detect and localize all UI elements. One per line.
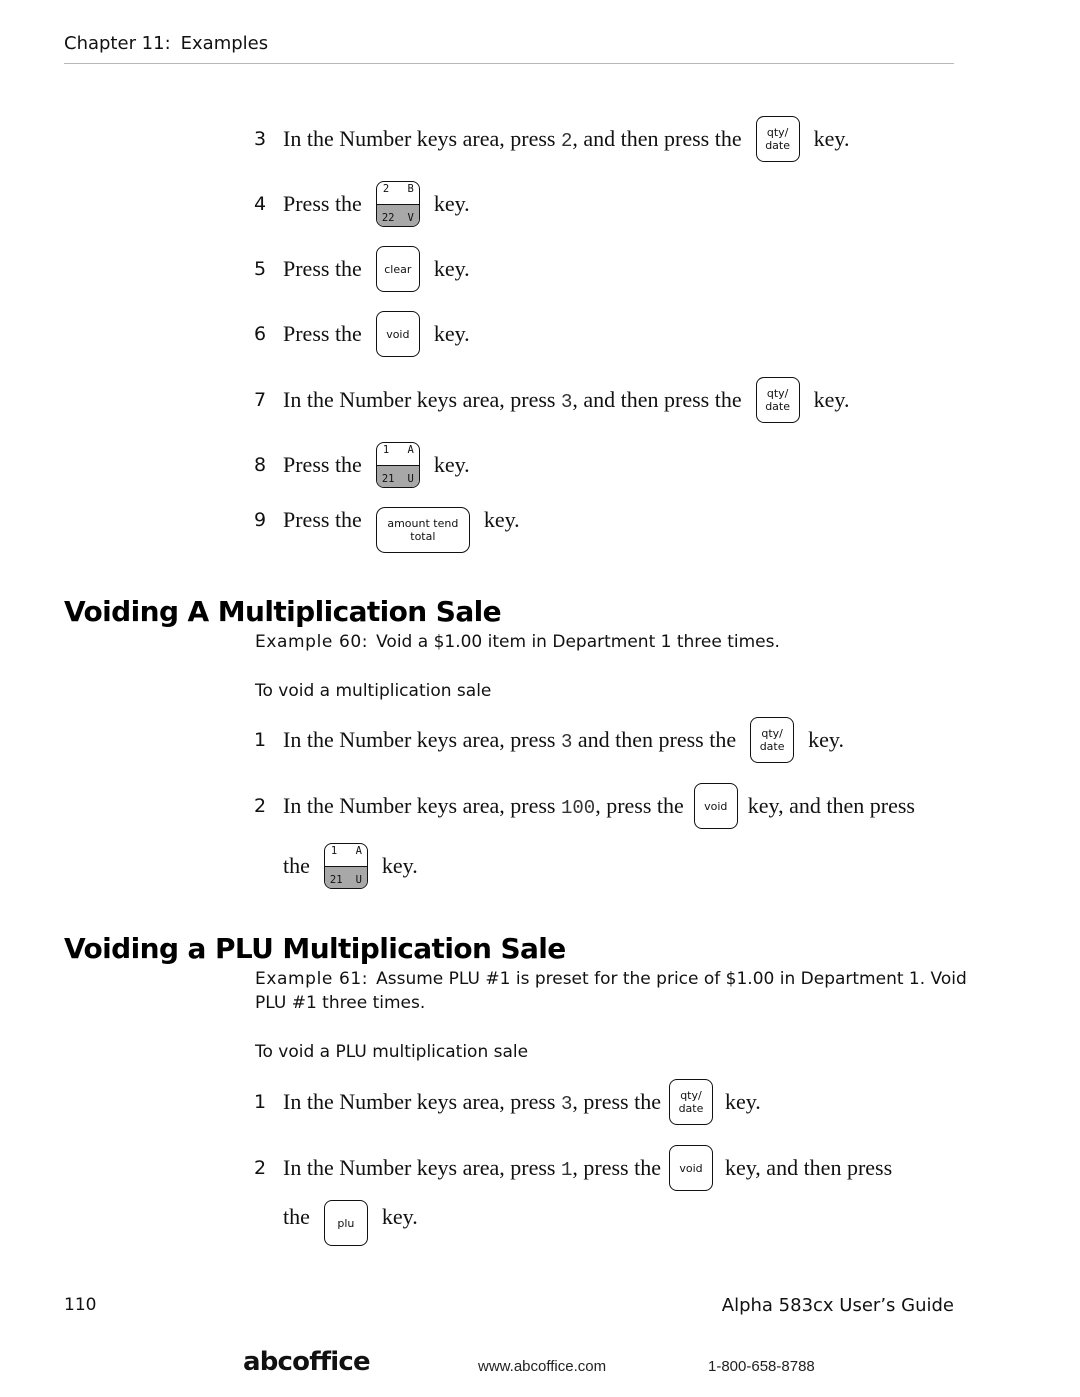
plu-key: plu [323, 1200, 368, 1246]
section1-step-2: 2 In the Number keys area, press 100, pr… [254, 781, 915, 831]
procedure-heading: To void a multiplication sale [255, 681, 492, 701]
the-word: the [283, 853, 310, 878]
step-number: 1 [254, 1091, 267, 1113]
clear-key: clear [375, 246, 420, 292]
step-text: Press the [283, 256, 362, 281]
qty-date-key: qty/date [750, 717, 795, 763]
void-key: void [668, 1145, 713, 1191]
key-word: key. [433, 452, 470, 477]
key-word: key. [808, 727, 844, 752]
step-text: In the Number keys area, press 100, pres… [283, 793, 684, 819]
chapter-number: Chapter 11: [64, 33, 171, 54]
header-rule [64, 63, 954, 64]
step-number: 2 [254, 1157, 267, 1179]
department-1-key: 1A 21 U [375, 442, 420, 488]
section2-step-1: 1 In the Number keys area, press 3, pres… [254, 1077, 761, 1127]
section1-step-2-continued: the 1A 21 U key. [283, 841, 418, 891]
step-text: In the Number keys area, press 3, press … [283, 1089, 661, 1115]
step-3: 3 In the Number keys area, press 2, and … [254, 114, 849, 164]
step-7: 7 In the Number keys area, press 3, and … [254, 375, 849, 425]
step-text: In the Number keys area, press 3, and th… [283, 387, 742, 413]
running-header: Chapter 11: Examples [64, 33, 268, 54]
step-number: 4 [254, 193, 267, 215]
step-number: 7 [254, 389, 267, 411]
step-9: 9 Press the amount tend total key. [254, 495, 520, 553]
step-number: 2 [254, 795, 267, 817]
step-text: Press the [283, 321, 362, 346]
step-text: In the Number keys area, press 1, press … [283, 1155, 661, 1181]
qty-date-key: qty/date [755, 377, 800, 423]
step-number: 6 [254, 323, 267, 345]
department-2-key: 2B 22 V [375, 181, 420, 227]
step-number: 5 [254, 258, 267, 280]
step-text: Press the [283, 452, 362, 477]
guide-title: Alpha 583cx User’s Guide [721, 1295, 954, 1316]
step-5: 5 Press the clear key. [254, 244, 470, 294]
key-word: key. [813, 126, 850, 151]
page-number: 110 [64, 1295, 97, 1315]
step-8: 8 Press the 1A 21 U key. [254, 440, 470, 490]
key-word: key. [381, 853, 418, 878]
void-key: void [693, 783, 738, 829]
key-word: key. [724, 1089, 761, 1114]
example-61: Example 61: Assume PLU #1 is preset for t… [255, 967, 975, 1015]
department-1-key: 1A 21 U [323, 843, 368, 889]
step-text: Press the [283, 507, 362, 532]
void-key: void [375, 311, 420, 357]
procedure-heading: To void a PLU multiplication sale [255, 1042, 529, 1062]
key-word: key. [483, 507, 520, 532]
website-url[interactable]: www.abcoffice.com [478, 1358, 606, 1375]
step-number: 3 [254, 128, 267, 150]
step-text: In the Number keys area, press 2, and th… [283, 126, 742, 152]
step-6: 6 Press the void key. [254, 309, 470, 359]
step-number: 1 [254, 729, 267, 751]
key-word: key, and then press [724, 1155, 893, 1180]
the-word: the [283, 1204, 310, 1229]
qty-date-key: qty/date [668, 1079, 713, 1125]
section2-step-2: 2 In the Number keys area, press 1, pres… [254, 1143, 892, 1193]
step-text: Press the [283, 191, 362, 216]
step-text: In the Number keys area, press 3 and the… [283, 727, 737, 753]
phone-number: 1-800-658-8788 [708, 1358, 815, 1375]
step-number: 9 [254, 509, 267, 531]
example-label: Example 60: [255, 632, 369, 652]
chapter-title: Examples [180, 33, 269, 54]
key-word: key. [433, 321, 470, 346]
key-word: key. [433, 191, 470, 216]
key-word: key. [813, 387, 850, 412]
abcoffice-logo: abcoffice [243, 1347, 371, 1377]
step-number: 8 [254, 454, 267, 476]
example-label: Example 61: [255, 969, 369, 989]
section1-step-1: 1 In the Number keys area, press 3 and t… [254, 715, 844, 765]
section-title-voiding-plu-multiplication: Voiding a PLU Multiplication Sale [64, 932, 566, 965]
key-word: key, and then press [747, 793, 915, 818]
amount-tend-total-key: amount tend total [375, 507, 470, 553]
step-4: 4 Press the 2B 22 V key. [254, 179, 470, 229]
key-word: key. [381, 1204, 418, 1229]
qty-date-key: qty/date [755, 116, 800, 162]
section2-step-2-continued: the plu key. [283, 1192, 418, 1246]
example-text: Void a $1.00 item in Department 1 three … [376, 632, 780, 652]
section-title-voiding-multiplication: Voiding A Multiplication Sale [64, 595, 502, 628]
example-60: Example 60: Void a $1.00 item in Departme… [255, 630, 975, 654]
key-word: key. [433, 256, 470, 281]
